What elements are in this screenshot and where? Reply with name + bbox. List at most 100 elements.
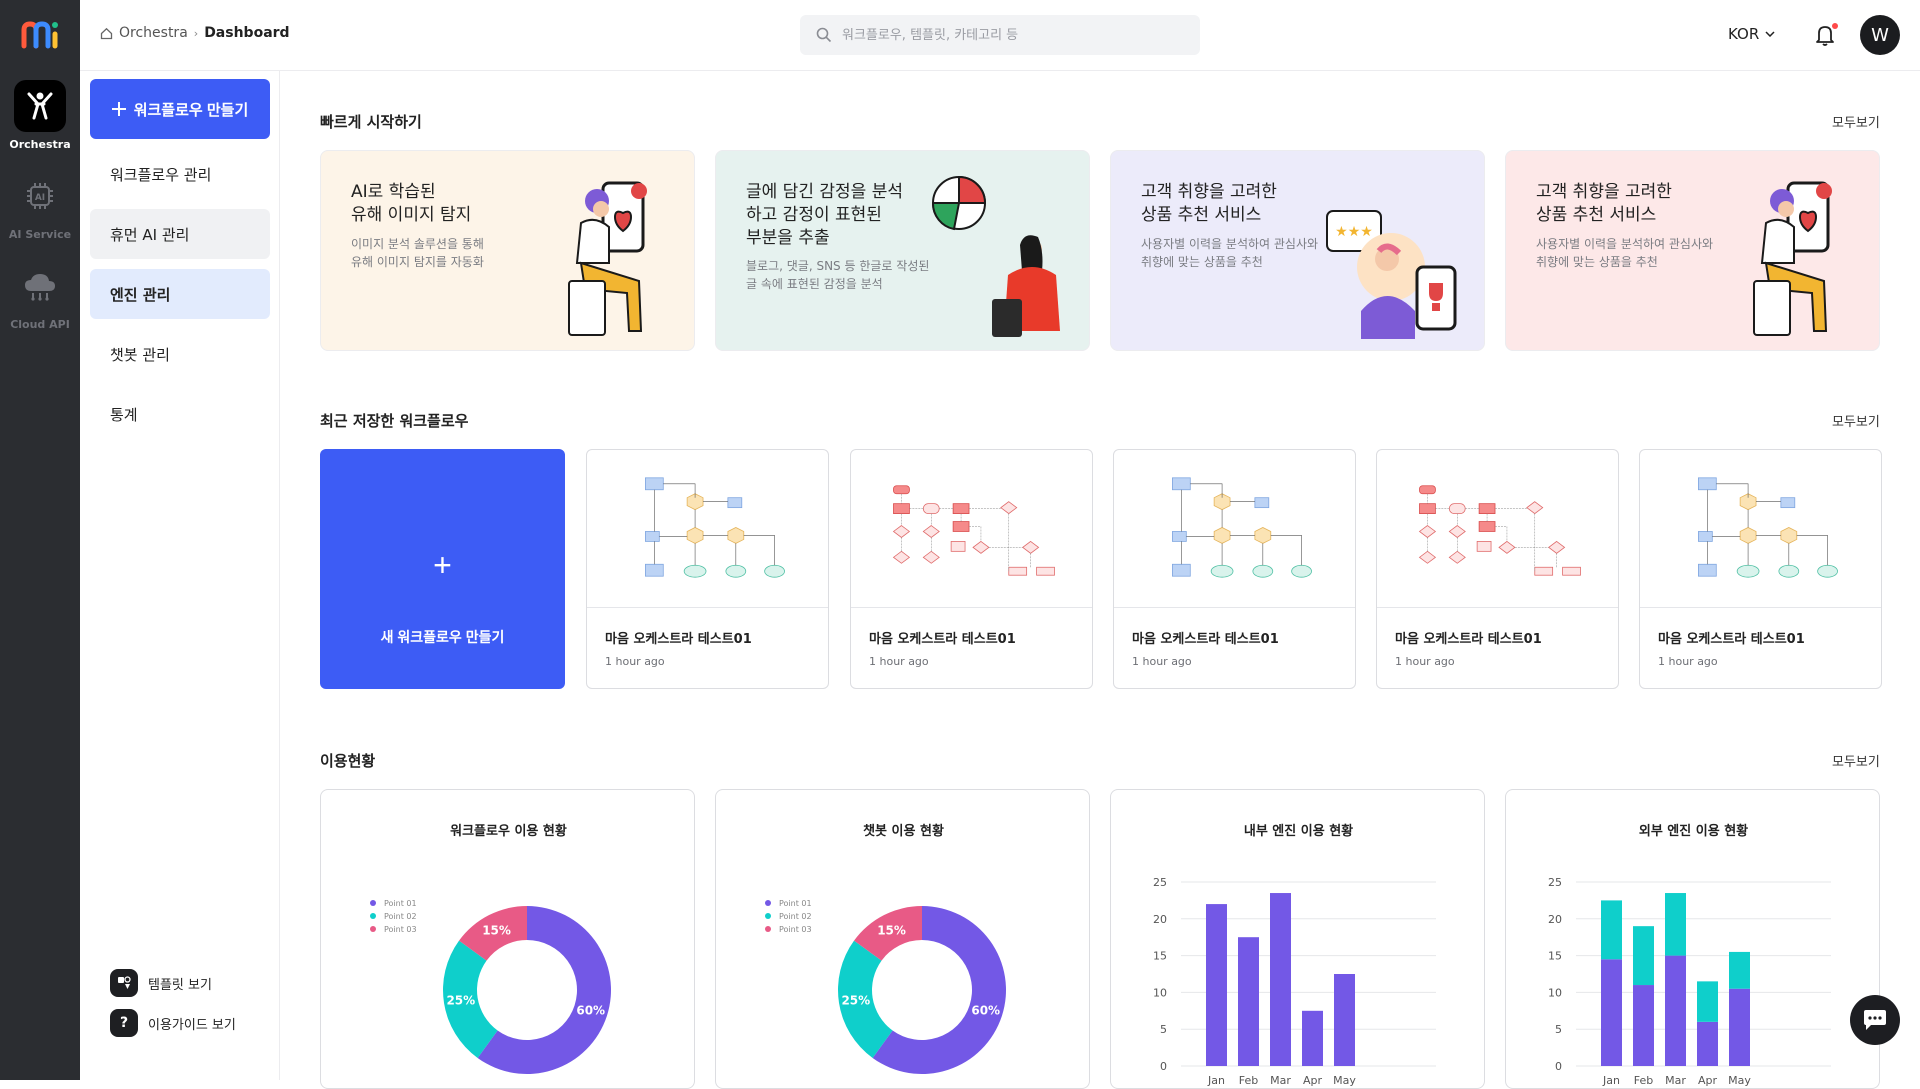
notification-button[interactable] — [1810, 20, 1840, 50]
quick-start-card[interactable]: 고객 취향을 고려한 상품 추천 서비스 사용자별 이력을 분석하여 관심사와 … — [1110, 150, 1485, 351]
new-workflow-card[interactable]: + 새 워크플로우 만들기 — [320, 449, 565, 689]
workflow-card[interactable]: 마음 오케스트라 테스트01 1 hour ago — [1113, 449, 1356, 689]
user-guide-label: 이용가이드 보기 — [148, 1017, 236, 1033]
external-engine-bar-chart: 0 5 10 15 20 25 Jan Feb Mar Apr May — [1548, 876, 1831, 1087]
bar-segment — [1633, 985, 1654, 1066]
bar-segment — [1633, 926, 1654, 986]
sidebar-item-engine[interactable]: 엔진 관리 — [90, 269, 270, 319]
rail-item-ai-service[interactable]: AI AI Service — [0, 170, 80, 241]
workflow-thumbnail — [1640, 477, 1881, 608]
usage-title: 이용현황 — [320, 752, 376, 770]
view-templates-link[interactable]: 템플릿 보기 — [110, 969, 212, 997]
workflow-card[interactable]: 마음 오케스트라 테스트01 1 hour ago — [586, 449, 829, 689]
bar — [1270, 893, 1291, 1066]
workflow-time: 1 hour ago — [605, 655, 665, 668]
bar-segment — [1665, 893, 1686, 956]
x-tick-label: May — [1333, 1074, 1356, 1087]
workflow-name: 마음 오케스트라 테스트01 — [605, 632, 752, 647]
legend-label: Point 03 — [779, 925, 812, 934]
create-workflow-button[interactable]: 워크플로우 만들기 — [90, 79, 270, 139]
chatbot-usage-donut: Point 01 Point 02 Point 03 60% 25% 15% — [765, 899, 1006, 1074]
breadcrumb: Orchestra › Dashboard — [100, 25, 290, 41]
quick-start-title: 빠르게 시작하기 — [320, 113, 422, 131]
sidebar-item-stats[interactable]: 통계 — [90, 389, 270, 439]
template-icon — [110, 969, 138, 997]
quick-start-card-desc: 블로그, 댓글, SNS 등 한글로 작성된 글 속에 표현된 감정을 분석 — [746, 259, 930, 291]
svg-text:★★★: ★★★ — [1335, 224, 1373, 240]
legend-label: Point 02 — [384, 912, 417, 921]
workflow-name: 마음 오케스트라 테스트01 — [1132, 632, 1279, 647]
rail-item-cloud-api[interactable]: Cloud API — [0, 260, 80, 331]
legend-marker — [765, 913, 771, 919]
internal-engine-bar-chart: 0 5 10 15 20 25 Jan Feb Mar Apr May — [1153, 876, 1436, 1087]
quick-start-card-desc: 사용자별 이력을 분석하여 관심사와 취향에 맞는 상품을 추천 — [1536, 237, 1714, 269]
slice-label: 60% — [971, 1004, 1000, 1018]
quick-start-card[interactable]: 글에 담긴 감정을 분석 하고 감정이 표현된 부분을 추출 블로그, 댓글, … — [715, 150, 1090, 351]
workflow-card[interactable]: 마음 오케스트라 테스트01 1 hour ago — [1639, 449, 1882, 689]
quick-start-card[interactable]: 고객 취향을 고려한 상품 추천 서비스 사용자별 이력을 분석하여 관심사와 … — [1505, 150, 1880, 351]
recent-workflows-see-all[interactable]: 모두보기 — [1832, 411, 1880, 430]
workflow-name: 마음 오케스트라 테스트01 — [869, 632, 1016, 647]
y-tick-label: 25 — [1548, 876, 1562, 889]
y-tick-label: 15 — [1153, 950, 1167, 963]
quick-start-card[interactable]: AI로 학습된 유해 이미지 탐지 이미지 분석 솔루션을 통해 유해 이미지 … — [320, 150, 695, 351]
quick-start-card-desc: 사용자별 이력을 분석하여 관심사와 취향에 맞는 상품을 추천 — [1141, 237, 1319, 269]
workflow-card[interactable]: 마음 오케스트라 테스트01 1 hour ago — [850, 449, 1093, 689]
slice-label: 15% — [877, 923, 906, 937]
home-icon[interactable] — [100, 27, 113, 40]
y-tick-label: 10 — [1153, 986, 1167, 999]
x-tick-label: Apr — [1303, 1074, 1323, 1087]
x-tick-label: Feb — [1239, 1074, 1258, 1087]
search-box[interactable] — [800, 15, 1200, 55]
phone-person-illustration — [568, 181, 647, 336]
app-logo[interactable] — [20, 16, 60, 52]
quick-start-card-desc: 이미지 분석 솔루션을 통해 유해 이미지 탐지를 자동화 — [351, 237, 484, 269]
language-value: KOR — [1728, 25, 1760, 43]
rail-label-orchestra: Orchestra — [9, 138, 71, 151]
x-tick-label: Jan — [1602, 1074, 1620, 1087]
sidebar-item-label: 엔진 관리 — [110, 285, 171, 304]
search-icon — [816, 27, 832, 43]
workflow-usage-donut: Point 01 Point 02 Point 03 60% 25% 15% — [370, 899, 611, 1074]
bar-segment — [1665, 955, 1686, 1066]
internal-engine-usage-card: 내부 엔진 이용 현황 0 5 10 15 20 25 Jan Feb Mar Apr May — [1110, 789, 1485, 1089]
chat-button[interactable] — [1850, 995, 1900, 1045]
bar-segment — [1697, 1021, 1718, 1066]
user-avatar[interactable]: W — [1860, 15, 1900, 55]
phone-person-illustration — [1753, 181, 1832, 336]
sidebar-item-human-ai[interactable]: 휴먼 AI 관리 — [90, 209, 270, 259]
workflow-thumbnail — [1377, 485, 1618, 608]
workflow-time: 1 hour ago — [869, 655, 929, 668]
x-tick-label: Mar — [1665, 1074, 1686, 1087]
workflow-card[interactable]: 마음 오케스트라 테스트01 1 hour ago — [1376, 449, 1619, 689]
help-icon: ? — [110, 1009, 138, 1037]
bar-segment — [1697, 981, 1718, 1022]
user-guide-link[interactable]: ? 이용가이드 보기 — [110, 1009, 236, 1037]
legend-marker — [765, 926, 771, 932]
workflow-time: 1 hour ago — [1132, 655, 1192, 668]
slice-label: 15% — [482, 923, 511, 937]
language-select[interactable]: KOR — [1728, 25, 1775, 43]
analyst-pie-illustration — [931, 175, 1060, 337]
rail-item-orchestra[interactable]: Orchestra — [0, 80, 80, 151]
workflow-name: 마음 오케스트라 테스트01 — [1395, 632, 1542, 647]
x-tick-label: May — [1728, 1074, 1751, 1087]
legend-label: Point 01 — [384, 899, 417, 908]
breadcrumb-root[interactable]: Orchestra — [119, 25, 188, 41]
y-tick-label: 20 — [1153, 913, 1167, 926]
quick-start-see-all[interactable]: 모두보기 — [1832, 112, 1880, 131]
bar — [1334, 974, 1355, 1066]
slice-label: 25% — [841, 993, 870, 1007]
legend-label: Point 03 — [384, 925, 417, 934]
recent-workflows-title: 최근 저장한 워크플로우 — [320, 412, 469, 430]
search-input[interactable] — [842, 27, 1182, 43]
usage-see-all[interactable]: 모두보기 — [1832, 751, 1880, 770]
breadcrumb-current: Dashboard — [204, 25, 290, 41]
sidebar-item-chatbot[interactable]: 챗봇 관리 — [90, 329, 270, 379]
y-tick-label: 25 — [1153, 876, 1167, 889]
y-tick-label: 0 — [1160, 1060, 1167, 1073]
legend-marker — [765, 900, 771, 906]
bar-segment — [1601, 900, 1622, 960]
sidebar-item-workflow[interactable]: 워크플로우 관리 — [90, 149, 270, 199]
rail-label-ai-service: AI Service — [8, 228, 72, 241]
